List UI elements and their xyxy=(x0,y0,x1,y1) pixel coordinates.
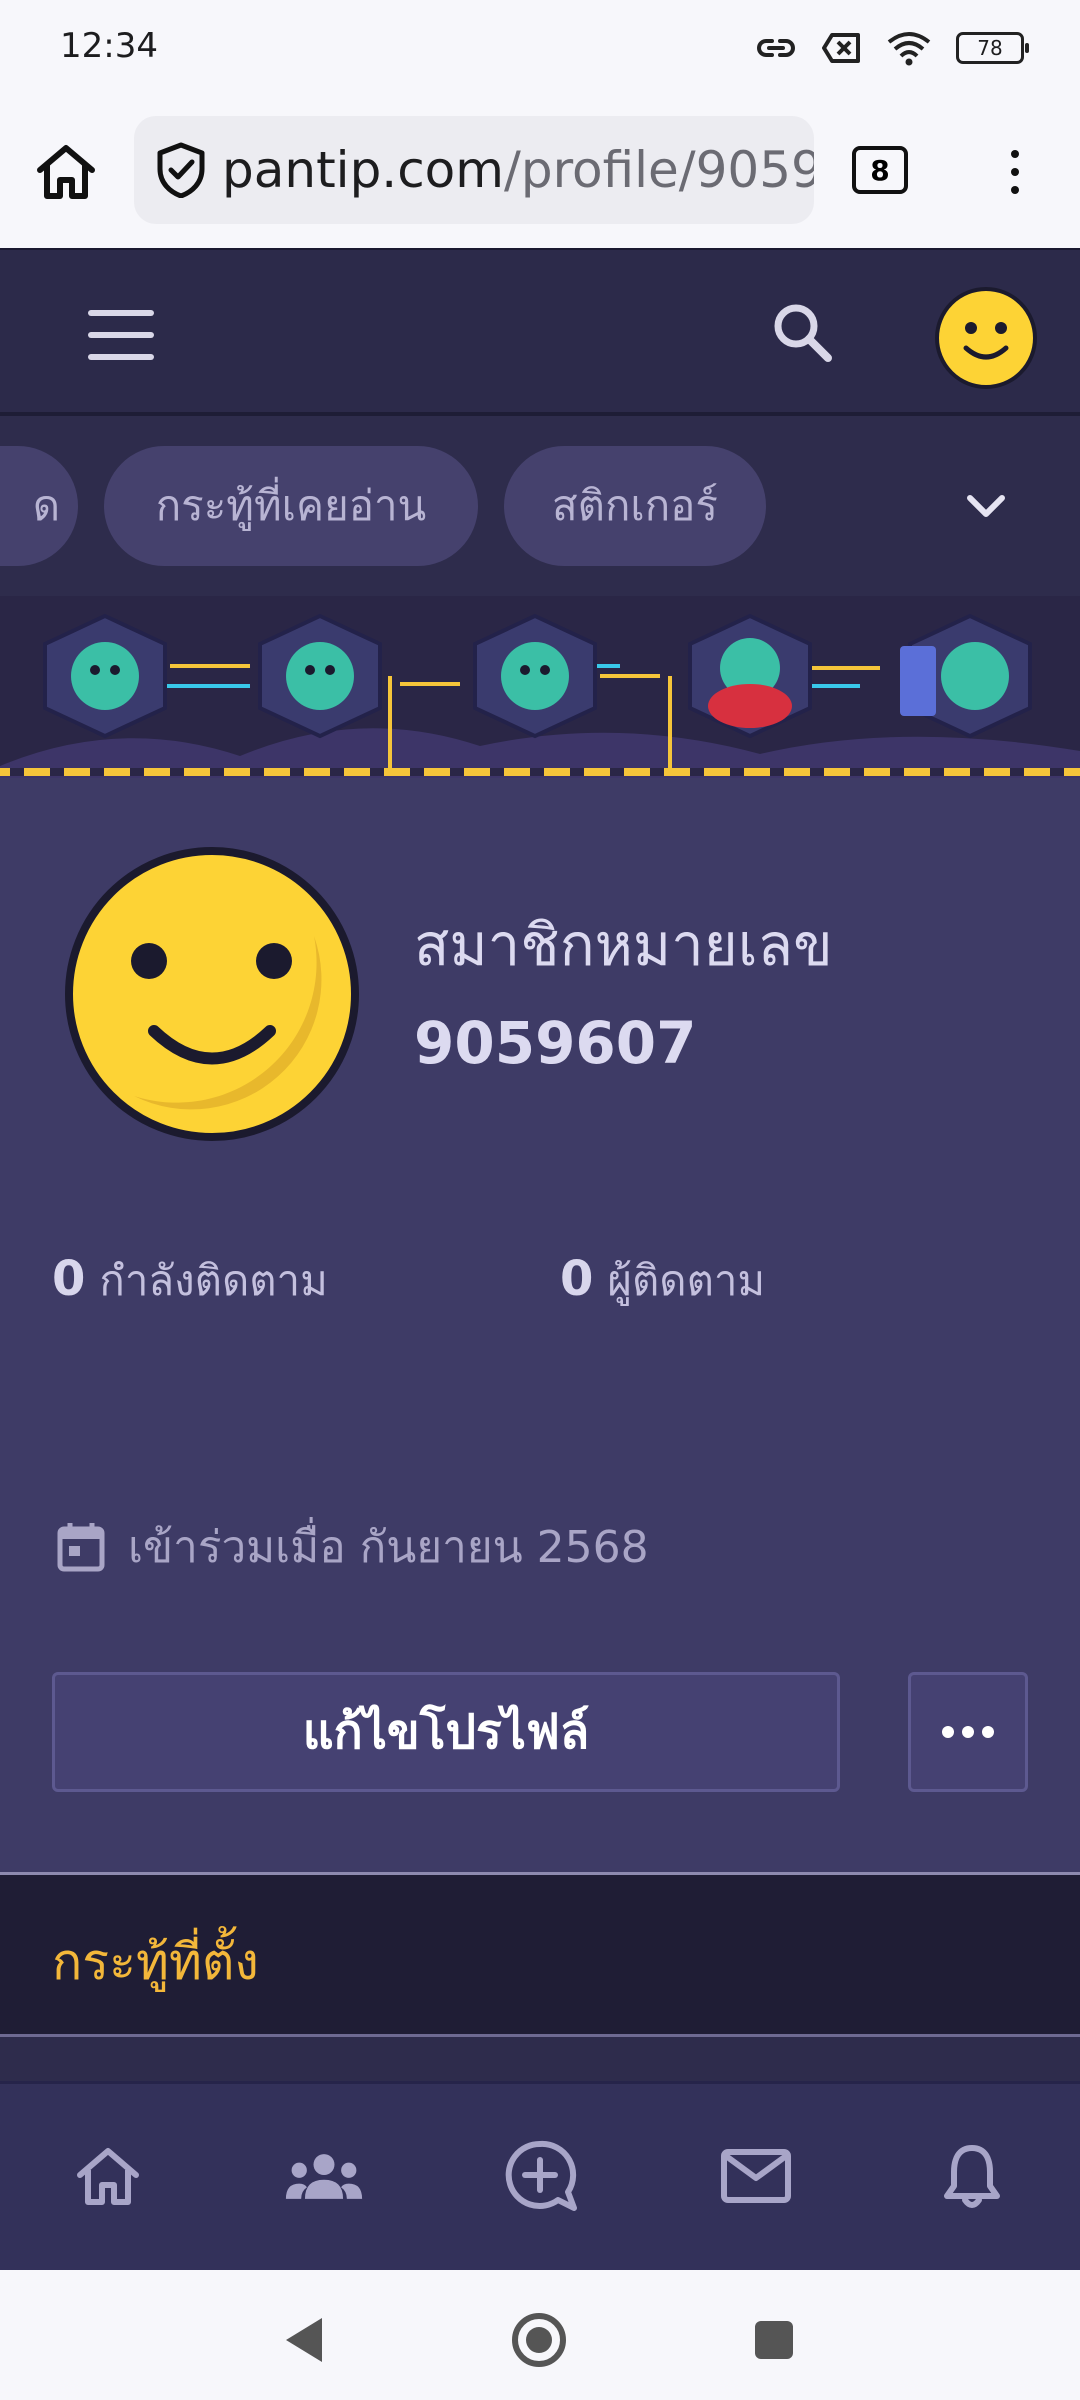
chevron-down-icon[interactable] xyxy=(956,476,1016,536)
system-navigation-bar xyxy=(0,2270,1080,2400)
nav-new-topic[interactable] xyxy=(500,2136,580,2216)
category-tabs: ด กระทู้ที่เคยอ่าน สติกเกอร์ xyxy=(0,416,1080,596)
status-icons: 78 xyxy=(754,30,1029,66)
profile-name: สมาชิกหมายเลข 9059607 xyxy=(414,896,1034,1092)
tab-count: 8 xyxy=(870,153,890,187)
calendar-icon xyxy=(57,1523,105,1572)
nav-community[interactable] xyxy=(284,2136,364,2216)
home-system-button[interactable] xyxy=(509,2310,569,2370)
bottom-navigation xyxy=(0,2081,1080,2270)
home-circle-icon xyxy=(512,2313,566,2367)
address-bar[interactable]: pantip.com/profile/9059€ xyxy=(134,116,814,224)
following-stat[interactable]: 0 กำลังติดตาม xyxy=(52,1248,328,1314)
tab-switcher-button[interactable]: 8 xyxy=(852,146,908,194)
profile-section: สมาชิกหมายเลข 9059607 0 กำลังติดตาม 0 ผู้ต… xyxy=(0,778,1080,1874)
community-icon xyxy=(285,2154,363,2199)
home-icon xyxy=(77,2148,139,2205)
browser-toolbar: pantip.com/profile/9059€ 8 xyxy=(0,100,1080,248)
following-count: 0 xyxy=(52,1251,86,1307)
created-topics-title[interactable]: กระทู้ที่ตั้ง xyxy=(52,1923,259,2002)
new-topic-icon xyxy=(505,2140,577,2211)
wifi-icon xyxy=(887,32,931,66)
nav-notifications[interactable] xyxy=(932,2136,1012,2216)
status-time: 12:34 xyxy=(60,26,158,66)
site-security-icon[interactable] xyxy=(156,142,206,198)
recents-icon xyxy=(755,2321,793,2359)
category-chip-read-topics[interactable]: กระทู้ที่เคยอ่าน xyxy=(104,446,478,566)
back-button[interactable] xyxy=(274,2310,334,2370)
nav-home[interactable] xyxy=(68,2136,148,2216)
url-path: /profile/9059€ xyxy=(503,141,814,199)
browser-home-button[interactable] xyxy=(30,136,102,208)
followers-label: ผู้ติดตาม xyxy=(607,1256,766,1305)
category-chip[interactable]: ด xyxy=(0,446,78,566)
back-icon xyxy=(286,2318,322,2362)
bell-icon xyxy=(944,2145,1000,2208)
recents-button[interactable] xyxy=(744,2310,804,2370)
url-domain: pantip.com xyxy=(222,141,504,199)
site-header xyxy=(0,248,1080,416)
home-icon xyxy=(37,145,95,199)
edit-profile-button[interactable]: แก้ไขโปรไฟล์ xyxy=(52,1672,840,1792)
content-gap xyxy=(0,2037,1080,2081)
followers-stat[interactable]: 0 ผู้ติดตาม xyxy=(560,1248,765,1314)
followers-count: 0 xyxy=(560,1251,594,1307)
link-icon xyxy=(757,39,795,57)
menu-icon[interactable] xyxy=(88,310,154,360)
search-icon[interactable] xyxy=(764,294,844,374)
status-bar: 12:34 78 xyxy=(0,0,1080,100)
joined-text: เข้าร่วมเมื่อ กันยายน 2568 xyxy=(128,1522,649,1573)
created-topics-section: กระทู้ที่ตั้ง xyxy=(0,1875,1080,2035)
mail-icon xyxy=(721,2149,791,2203)
more-options-button[interactable] xyxy=(908,1672,1028,1792)
profile-avatar xyxy=(65,847,359,1141)
nav-messages[interactable] xyxy=(716,2136,796,2216)
browser-menu-button[interactable] xyxy=(990,136,1040,208)
battery-icon: 78 xyxy=(956,32,1029,64)
profile-member-number: 9059607 xyxy=(414,1009,697,1077)
user-avatar[interactable] xyxy=(934,286,1038,390)
category-chip-stickers[interactable]: สติกเกอร์ xyxy=(504,446,766,566)
battery-level: 78 xyxy=(977,36,1003,60)
profile-banner-illustration xyxy=(0,596,1080,778)
profile-name-label: สมาชิกหมายเลข xyxy=(414,911,833,979)
joined-date: เข้าร่วมเมื่อ กันยายน 2568 xyxy=(56,1512,649,1582)
url-text: pantip.com/profile/9059€ xyxy=(222,141,814,199)
close-box-icon xyxy=(822,33,860,63)
following-label: กำลังติดตาม xyxy=(99,1256,328,1305)
